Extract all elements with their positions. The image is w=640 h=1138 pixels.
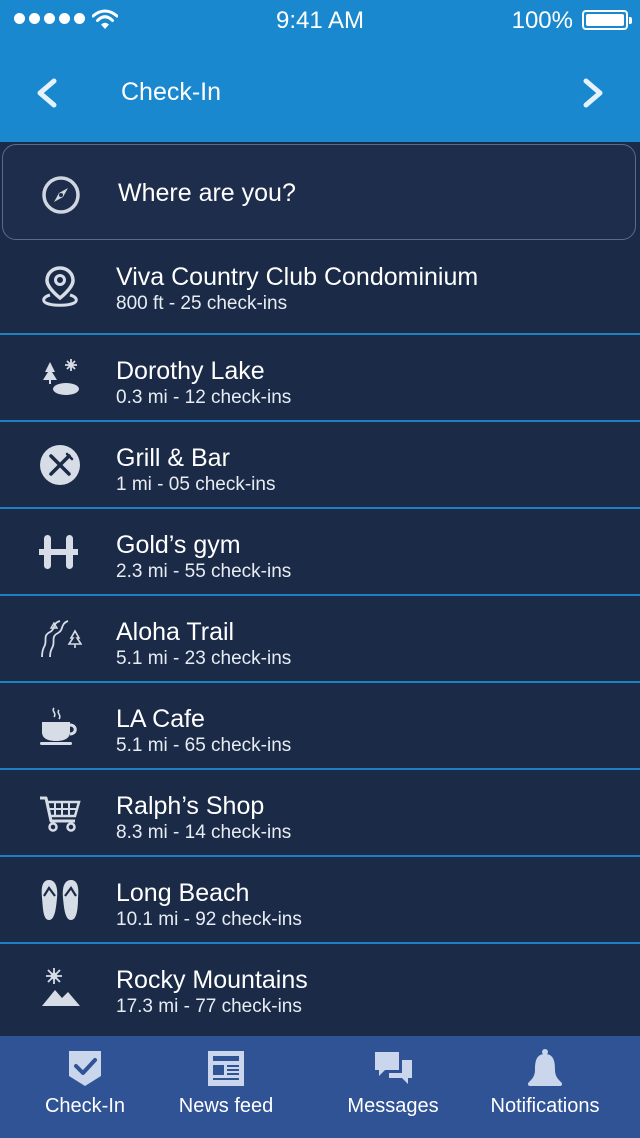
newspaper-icon	[208, 1051, 244, 1086]
location-pin-icon	[42, 266, 78, 307]
chat-bubbles-icon	[375, 1052, 412, 1084]
list-item[interactable]: Ralph’s Shop 8.3 mi - 14 check-ins	[0, 770, 640, 857]
list-item[interactable]: Viva Country Club Condominium 800 ft - 2…	[0, 241, 640, 335]
search-placeholder: Where are you?	[118, 179, 296, 207]
bell-icon	[528, 1049, 562, 1086]
place-distance-checkins: 17.3 mi - 77 check-ins	[116, 996, 302, 1017]
list-item[interactable]: Gold’s gym 2.3 mi - 55 check-ins	[0, 509, 640, 596]
place-distance-checkins: 2.3 mi - 55 check-ins	[116, 561, 292, 582]
flip-flops-icon	[41, 879, 79, 920]
place-distance-checkins: 8.3 mi - 14 check-ins	[116, 822, 292, 843]
place-list: Viva Country Club Condominium 800 ft - 2…	[0, 241, 640, 1031]
search-box[interactable]: Where are you?	[2, 144, 636, 240]
tab-news-feed[interactable]: News feed	[150, 1036, 302, 1138]
tab-notifications[interactable]: Notifications	[470, 1036, 620, 1138]
place-distance-checkins: 10.1 mi - 92 check-ins	[116, 909, 302, 930]
fork-knife-icon	[40, 444, 80, 485]
battery-percent: 100%	[511, 7, 573, 34]
place-distance-checkins: 1 mi - 05 check-ins	[116, 474, 276, 495]
list-item[interactable]: LA Cafe 5.1 mi - 65 check-ins	[0, 683, 640, 770]
check-badge-icon	[69, 1051, 101, 1086]
status-bar: 9:41 AM 100%	[0, 0, 640, 40]
battery-icon	[582, 10, 632, 30]
list-item[interactable]: Rocky Mountains 17.3 mi - 77 check-ins	[0, 944, 640, 1031]
place-distance-checkins: 5.1 mi - 65 check-ins	[116, 735, 292, 756]
header: 9:41 AM 100% Check-In	[0, 0, 640, 142]
place-name: Long Beach	[116, 879, 250, 907]
tab-bar: Check-In News feed Messages Notification…	[0, 1036, 640, 1138]
place-name: Viva Country Club Condominium	[116, 263, 479, 291]
list-item[interactable]: Aloha Trail 5.1 mi - 23 check-ins	[0, 596, 640, 683]
trail-icon	[41, 619, 82, 657]
place-name: Dorothy Lake	[116, 357, 265, 385]
list-item[interactable]: Dorothy Lake 0.3 mi - 12 check-ins	[0, 335, 640, 422]
tab-label: Notifications	[490, 1095, 600, 1117]
place-name: Rocky Mountains	[116, 966, 308, 994]
place-distance-checkins: 800 ft - 25 check-ins	[116, 293, 288, 314]
tab-check-in[interactable]: Check-In	[0, 1036, 170, 1138]
place-distance-checkins: 5.1 mi - 23 check-ins	[116, 648, 292, 669]
list-item[interactable]: Long Beach 10.1 mi - 92 check-ins	[0, 857, 640, 944]
tab-label: Check-In	[44, 1095, 126, 1117]
tab-messages[interactable]: Messages	[318, 1036, 468, 1138]
back-chevron-icon[interactable]	[30, 76, 64, 110]
coffee-cup-icon	[40, 706, 77, 745]
shopping-cart-icon	[40, 796, 81, 832]
compass-icon	[42, 176, 80, 214]
tab-label: News feed	[178, 1095, 274, 1117]
tab-label: Messages	[347, 1095, 439, 1117]
lake-icon	[43, 358, 79, 395]
page-title: Check-In	[121, 78, 222, 106]
place-name: LA Cafe	[116, 705, 205, 733]
mountains-icon	[42, 967, 80, 1006]
place-name: Gold’s gym	[116, 531, 241, 559]
place-name: Ralph’s Shop	[116, 792, 265, 820]
forward-chevron-icon[interactable]	[576, 76, 610, 110]
place-name: Aloha Trail	[116, 618, 235, 646]
place-name: Grill & Bar	[116, 444, 230, 472]
list-item[interactable]: Grill & Bar 1 mi - 05 check-ins	[0, 422, 640, 509]
place-distance-checkins: 0.3 mi - 12 check-ins	[116, 387, 292, 408]
dumbbell-icon	[39, 534, 78, 569]
